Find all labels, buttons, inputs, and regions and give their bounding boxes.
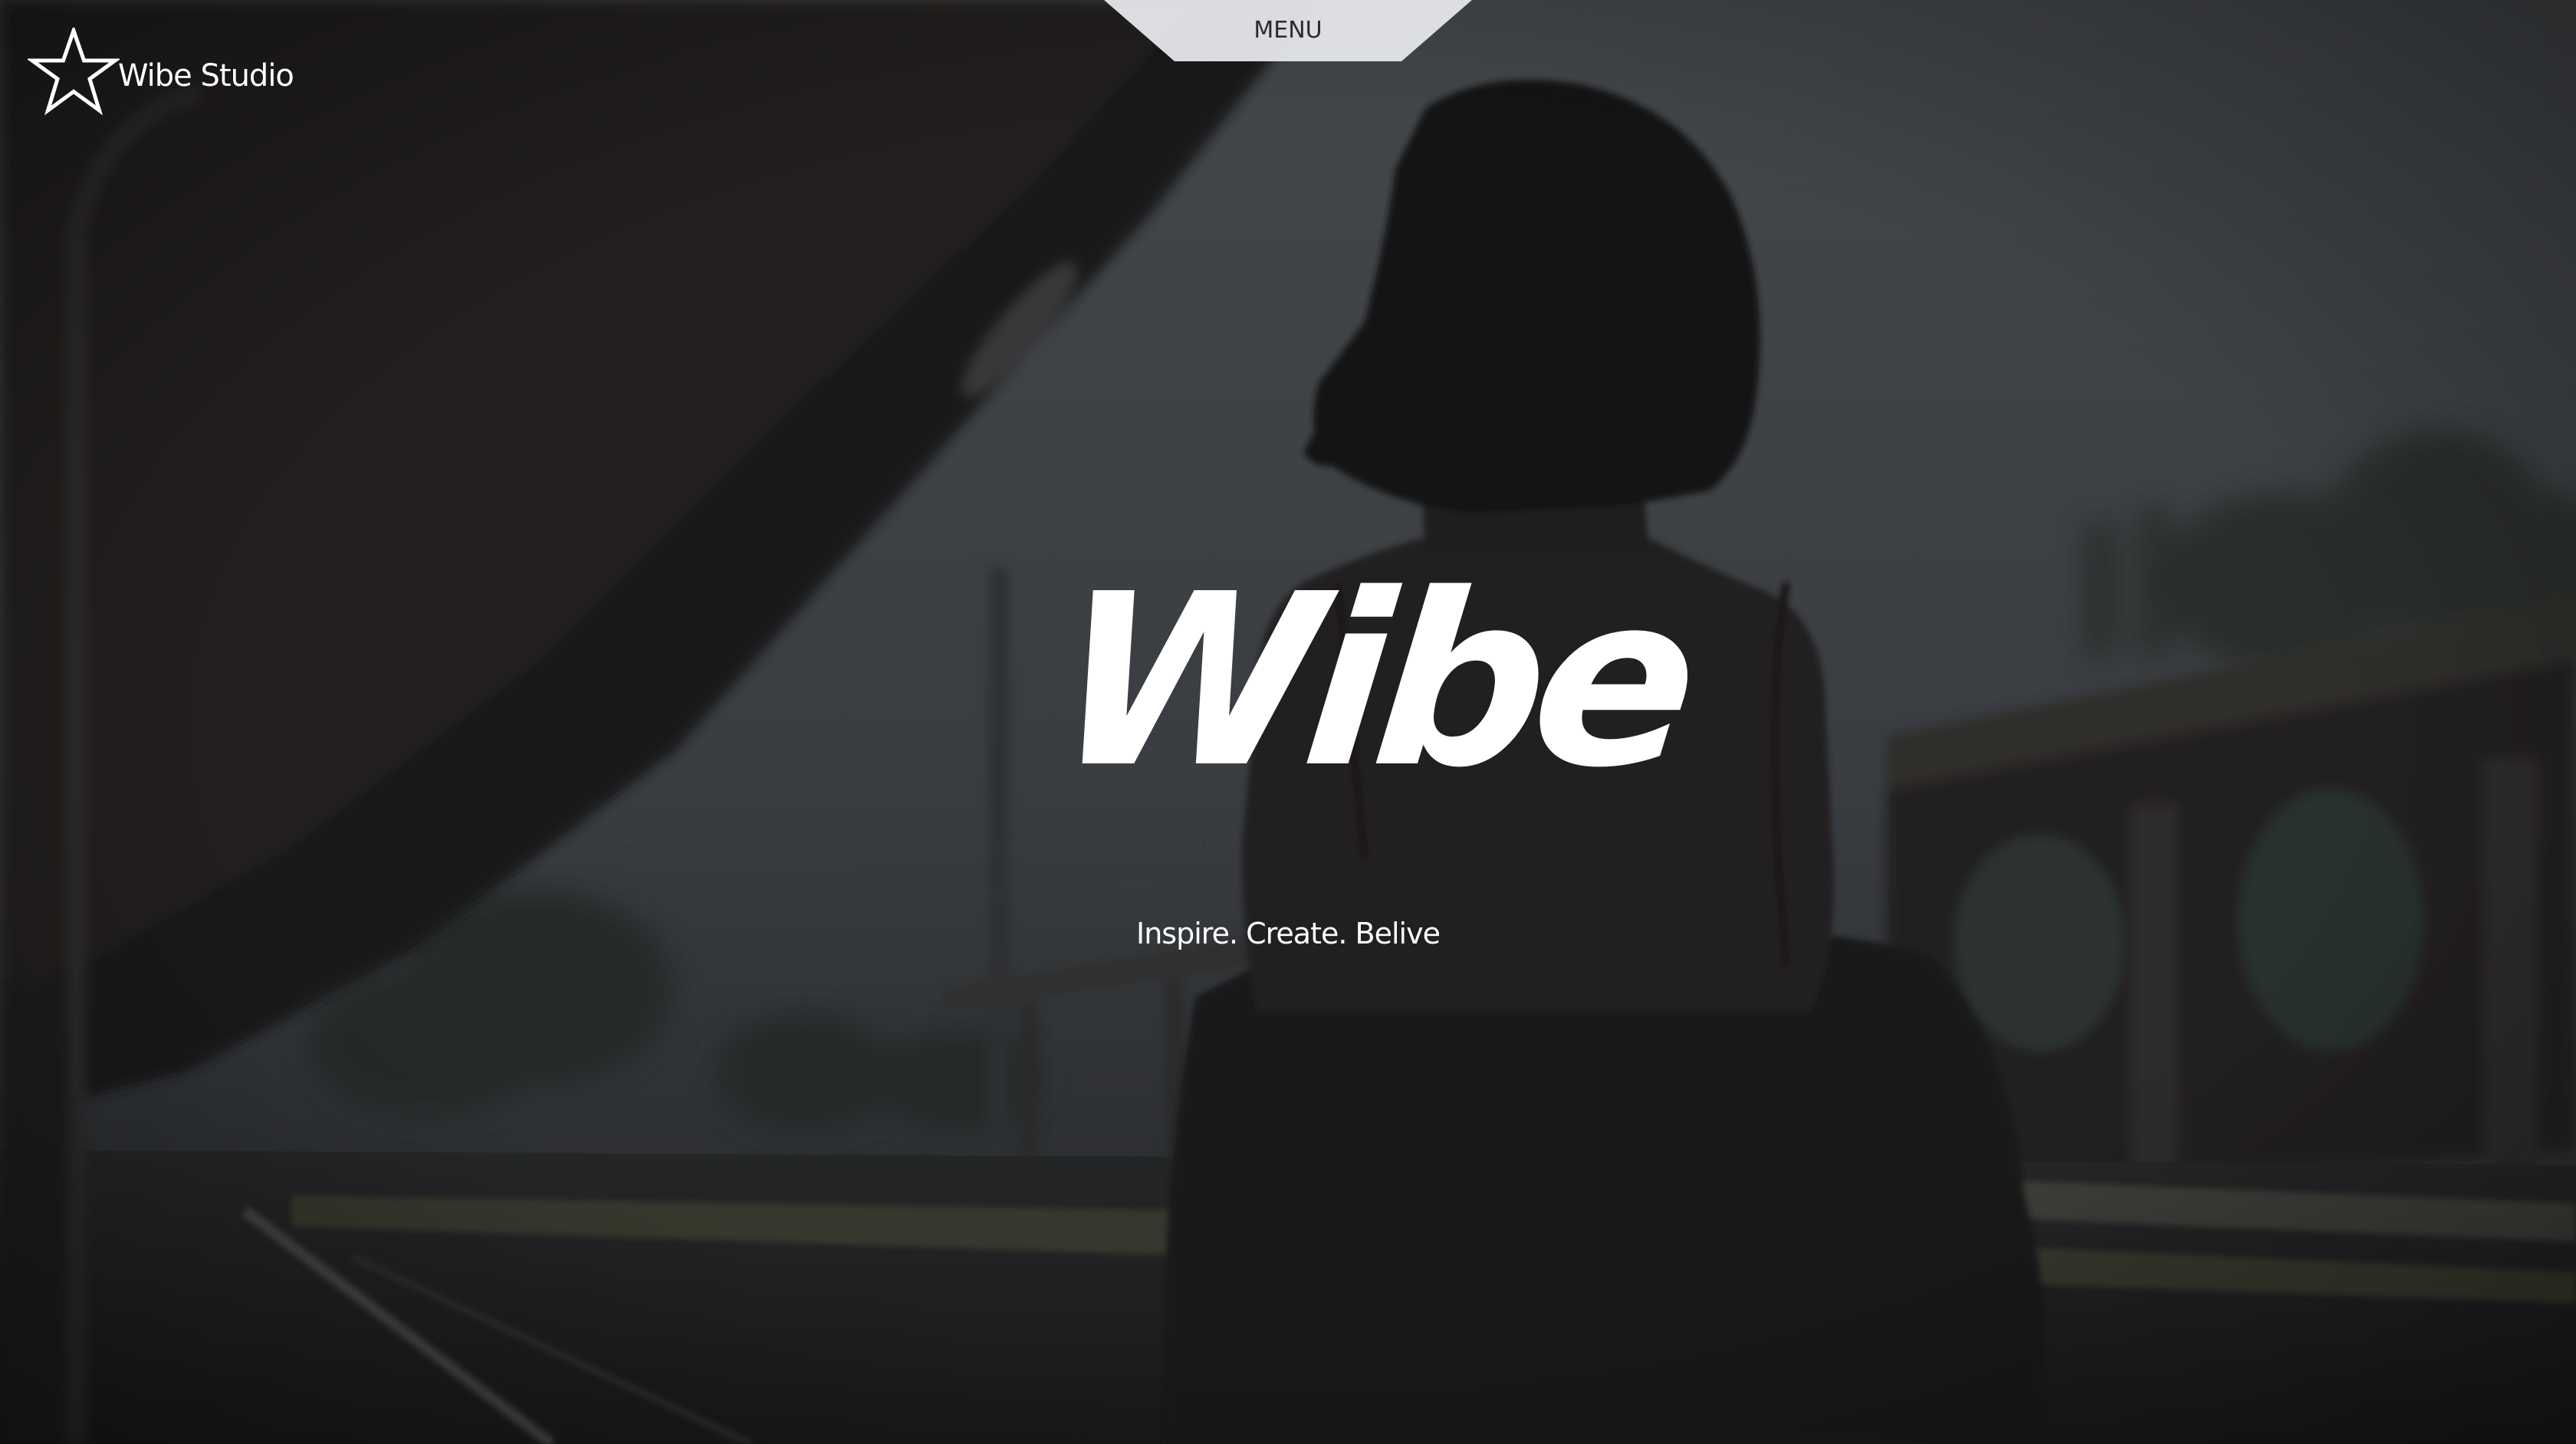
logo-link[interactable]: Wibe Studio bbox=[28, 28, 294, 117]
hero-title: Wibe bbox=[1043, 543, 1699, 820]
logo-text: Wibe Studio bbox=[118, 58, 294, 94]
menu-label: MENU bbox=[1254, 17, 1322, 44]
star-outline-icon bbox=[28, 28, 120, 116]
hero-tagline: Inspire. Create. Belive bbox=[1136, 917, 1441, 950]
menu-button[interactable]: MENU bbox=[1104, 0, 1472, 61]
